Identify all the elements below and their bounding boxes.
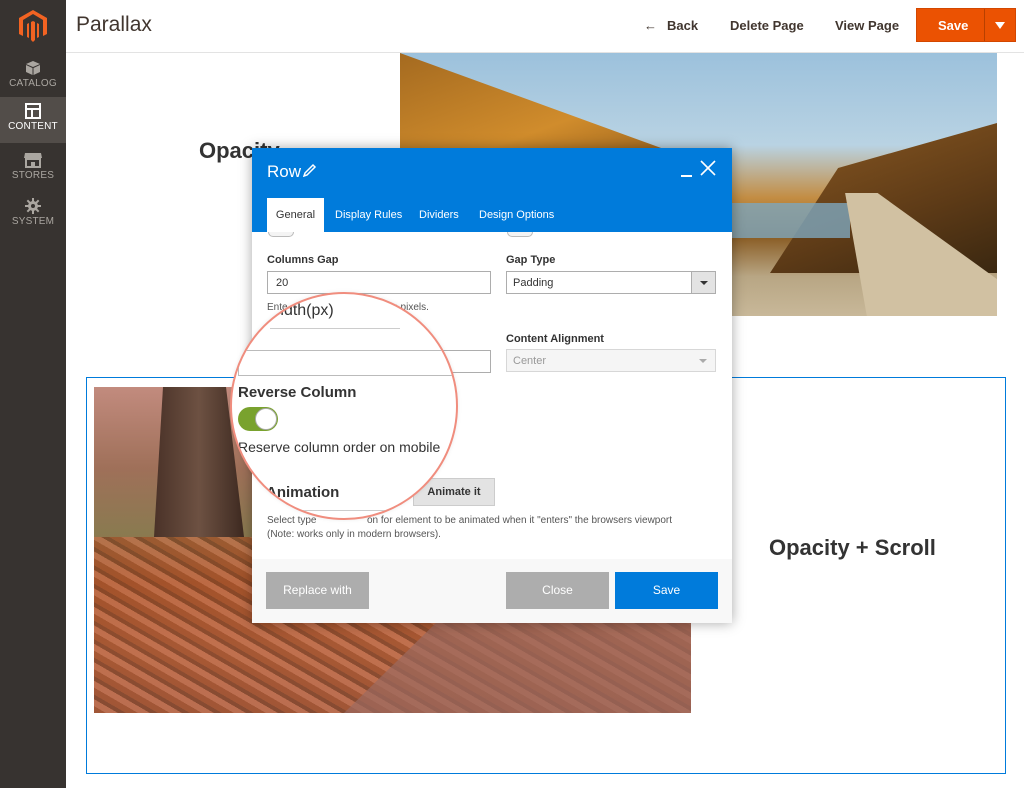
replace-with-button[interactable]: Replace with (266, 572, 369, 609)
sidebar-item-content[interactable]: CONTENT (0, 97, 66, 143)
divider (270, 328, 400, 329)
gap-type-value: Padding (513, 277, 554, 289)
minimize-icon[interactable] (680, 158, 694, 178)
split-divider (984, 9, 985, 41)
sidebar-item-label: STORES (11, 170, 55, 181)
reverse-column-heading: Reverse Column (238, 384, 357, 401)
save-button-label: Save (938, 18, 969, 33)
pencil-icon[interactable] (303, 163, 317, 177)
store-icon (24, 153, 42, 168)
modal-title: Row (267, 162, 302, 181)
sidebar-item-stores[interactable]: STORES (0, 146, 66, 192)
page-title: Parallax (76, 13, 152, 36)
gap-type-select[interactable]: Padding (506, 271, 716, 294)
content-alignment-label: Content Alignment (506, 333, 604, 345)
columns-gap-label: Columns Gap (267, 254, 339, 266)
sidebar-item-label: CATALOG (9, 78, 57, 89)
modal-header: Row General Display Rules Dividers Desig… (252, 148, 732, 232)
content-alignment-value: Center (513, 355, 547, 367)
caret-down-icon[interactable] (995, 22, 1005, 29)
chevron-down-icon (691, 272, 715, 293)
close-button[interactable]: Close (506, 572, 609, 609)
page-header: Parallax ← Back Delete Page View Page Sav… (66, 0, 1024, 53)
tab-design-options[interactable]: Design Options (479, 198, 554, 232)
width-input-zoomed (238, 350, 456, 376)
columns-gap-input[interactable]: 20 (267, 271, 491, 294)
admin-sidebar: CATALOG CONTENT STORES SYSTEM (0, 0, 66, 788)
save-split-button[interactable]: Save (916, 8, 1016, 42)
tab-dividers[interactable]: Dividers (419, 198, 459, 232)
close-icon[interactable] (700, 160, 716, 176)
toggle-partial[interactable] (268, 232, 294, 237)
animation-note-line2: (Note: works only in modern browsers). (267, 529, 441, 540)
toggle-partial[interactable] (507, 232, 533, 237)
animation-note-start: Select type (267, 515, 317, 526)
gap-type-label: Gap Type (506, 254, 556, 266)
reverse-column-description: Reserve column order on mobile (238, 439, 441, 455)
gear-icon (25, 198, 41, 214)
toggle-knob (255, 408, 277, 430)
back-label: Back (667, 18, 699, 33)
sidebar-item-system[interactable]: SYSTEM (0, 192, 66, 238)
arrow-left-icon: ← (644, 18, 657, 33)
width-label-zoomed: Vidth(px) (270, 302, 334, 319)
sidebar-item-label: SYSTEM (11, 216, 55, 227)
box-icon (26, 61, 40, 75)
zoom-callout: Vidth(px) Reverse Column Reserve column … (230, 292, 458, 520)
animation-note-end: on for element to be animated when it "e… (367, 515, 673, 526)
tab-general[interactable]: General (267, 198, 324, 232)
divider (266, 510, 416, 511)
opacity-scroll-heading: Opacity + Scroll (769, 535, 936, 560)
reverse-column-toggle[interactable] (238, 407, 278, 431)
content-alignment-select[interactable]: Center (506, 349, 716, 372)
chevron-down-icon (691, 350, 715, 371)
tab-display-rules[interactable]: Display Rules (335, 198, 402, 232)
animation-label-zoomed: Animation (266, 484, 340, 501)
view-page-button[interactable]: View Page (835, 18, 899, 33)
layout-icon (25, 103, 41, 119)
delete-page-button[interactable]: Delete Page (730, 18, 804, 33)
back-button[interactable]: ← Back (644, 18, 698, 33)
magento-logo-icon[interactable] (19, 10, 47, 42)
sidebar-item-label: CONTENT (8, 121, 58, 132)
modal-footer: Replace with Close Save (252, 559, 732, 623)
sidebar-item-catalog[interactable]: CATALOG (0, 54, 66, 100)
save-button[interactable]: Save (615, 572, 718, 609)
